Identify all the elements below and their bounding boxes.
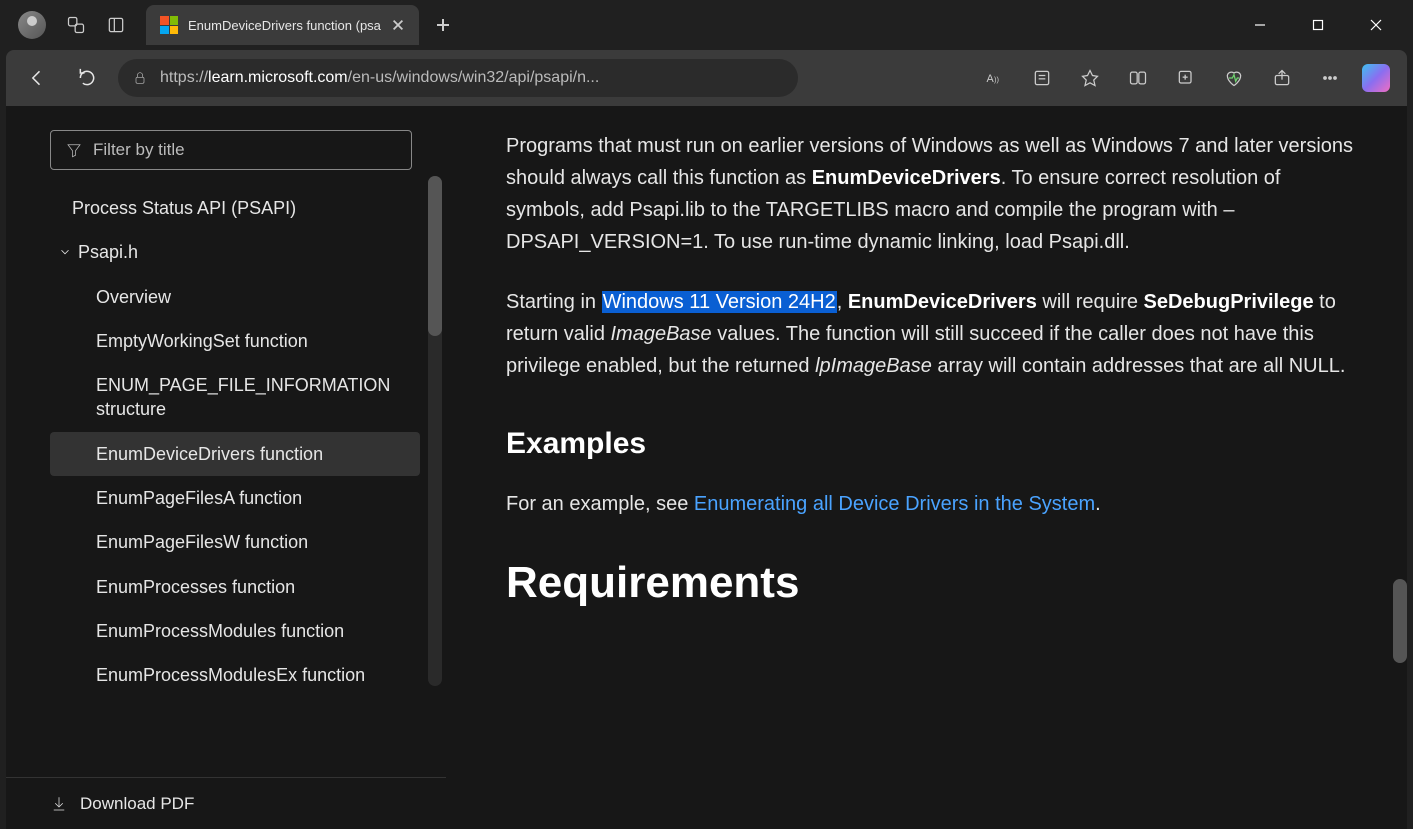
nav-item-enumprocessmodules[interactable]: EnumProcessModules function <box>50 609 420 653</box>
download-icon <box>50 795 68 813</box>
tab-favicon-icon <box>160 16 178 34</box>
toolbar: https://learn.microsoft.com/en-us/window… <box>6 50 1407 106</box>
paragraph-compat: Programs that must run on earlier versio… <box>506 130 1353 258</box>
filter-input[interactable]: Filter by title <box>50 130 412 170</box>
filter-placeholder: Filter by title <box>93 140 185 160</box>
tab-close-icon[interactable] <box>391 18 405 32</box>
highlighted-text: Windows 11 Version 24H2 <box>602 291 837 313</box>
nav-item-enum-page-file-info[interactable]: ENUM_PAGE_FILE_INFORMATION structure <box>50 363 420 432</box>
close-window-button[interactable] <box>1347 0 1405 50</box>
share-icon[interactable] <box>1261 59 1303 97</box>
copilot-icon <box>1362 64 1390 92</box>
titlebar: EnumDeviceDrivers function (psa <box>0 0 1413 50</box>
download-pdf-button[interactable]: Download PDF <box>6 777 446 829</box>
minimize-button[interactable] <box>1231 0 1289 50</box>
split-screen-icon[interactable] <box>1117 59 1159 97</box>
nav-item-overview[interactable]: Overview <box>50 275 420 319</box>
paragraph-24h2: Starting in Windows 11 Version 24H2, Enu… <box>506 286 1353 382</box>
nav-item-emptyworkingset[interactable]: EmptyWorkingSet function <box>50 319 420 363</box>
tab-title: EnumDeviceDrivers function (psa <box>188 18 381 33</box>
nav-item-psapi-h[interactable]: Psapi.h <box>50 230 420 274</box>
more-icon[interactable] <box>1309 59 1351 97</box>
window-controls <box>1231 0 1405 50</box>
refresh-button[interactable] <box>68 59 106 97</box>
url-text: https://learn.microsoft.com/en-us/window… <box>160 69 784 87</box>
heading-requirements: Requirements <box>506 548 1353 618</box>
nav-item-enumdevicedrivers[interactable]: EnumDeviceDrivers function <box>50 432 420 476</box>
nav-list: Process Status API (PSAPI) Psapi.h Overv… <box>6 180 446 777</box>
titlebar-left <box>8 11 126 39</box>
example-link[interactable]: Enumerating all Device Drivers in the Sy… <box>694 493 1095 515</box>
nav-item-enumpagefilesa[interactable]: EnumPageFilesA function <box>50 476 420 520</box>
svg-text:)): )) <box>994 75 999 84</box>
site-info-icon[interactable] <box>132 70 148 86</box>
favorite-icon[interactable] <box>1069 59 1111 97</box>
filter-icon <box>65 141 83 159</box>
browser-tab[interactable]: EnumDeviceDrivers function (psa <box>146 5 419 45</box>
reader-icon[interactable] <box>1021 59 1063 97</box>
copilot-button[interactable] <box>1357 59 1395 97</box>
page-scrollbar-thumb[interactable] <box>1393 579 1407 663</box>
maximize-button[interactable] <box>1289 0 1347 50</box>
page-content: Filter by title Process Status API (PSAP… <box>6 106 1407 829</box>
heading-examples: Examples <box>506 420 1353 468</box>
article[interactable]: Programs that must run on earlier versio… <box>446 106 1407 829</box>
address-bar[interactable]: https://learn.microsoft.com/en-us/window… <box>118 59 798 97</box>
sidebar-scrollbar-thumb[interactable] <box>428 176 442 336</box>
paragraph-example: For an example, see Enumerating all Devi… <box>506 488 1353 520</box>
sidebar: Filter by title Process Status API (PSAP… <box>6 106 446 829</box>
nav-item-enumprocessmodulesex[interactable]: EnumProcessModulesEx function <box>50 653 420 697</box>
profile-avatar[interactable] <box>18 11 46 39</box>
new-tab-button[interactable] <box>429 11 457 39</box>
chevron-down-icon <box>58 245 72 259</box>
nav-item-enumpagefilesw[interactable]: EnumPageFilesW function <box>50 520 420 564</box>
read-aloud-icon[interactable]: A)) <box>973 59 1015 97</box>
workspaces-icon[interactable] <box>66 15 86 35</box>
health-icon[interactable] <box>1213 59 1255 97</box>
tab-actions-icon[interactable] <box>106 15 126 35</box>
nav-item-enumprocesses[interactable]: EnumProcesses function <box>50 565 420 609</box>
nav-item-psapi-root[interactable]: Process Status API (PSAPI) <box>50 186 420 230</box>
back-button[interactable] <box>18 59 56 97</box>
toolbar-actions: A)) <box>973 59 1395 97</box>
collections-icon[interactable] <box>1165 59 1207 97</box>
